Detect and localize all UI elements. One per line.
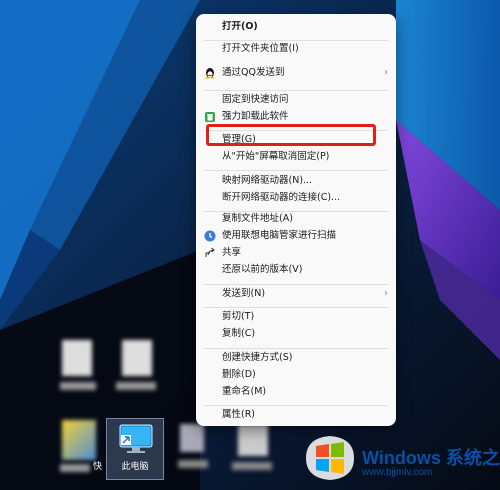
menu-item-delete[interactable]: 删除(D) (196, 366, 396, 384)
this-pc-label: 此电脑 (121, 462, 149, 472)
blurred-desktop-icon-label (116, 382, 156, 390)
menu-item-copy[interactable]: 复制(C) (196, 325, 396, 343)
blurred-desktop-icon-label (232, 462, 272, 470)
menu-item-label: 复制(C) (222, 328, 256, 339)
menu-item-label: 固定到快速访问 (222, 94, 289, 105)
blurred-desktop-icon[interactable] (62, 420, 96, 460)
menu-item-label: 断开网络驱动器的连接(C)... (222, 192, 341, 203)
blurred-desktop-icon[interactable] (180, 424, 204, 452)
menu-item-create-shortcut[interactable]: 创建快捷方式(S) (196, 349, 396, 367)
menu-item-unpin-start[interactable]: 从"开始"屏幕取消固定(P) (196, 148, 396, 166)
menu-item-label: 映射网络驱动器(N)... (222, 175, 313, 186)
menu-item-label: 发送到(N) (222, 288, 266, 299)
menu-item-lenovo-scan[interactable]: 使用联想电脑管家进行扫描 (196, 227, 396, 245)
context-menu: 打开(O) 打开文件夹位置(I) 通过QQ发送到 › 固定到快速访问 强力卸载此… (196, 14, 396, 426)
highlight-box (206, 124, 376, 146)
desktop-icon-label-partial: 快 (93, 462, 103, 472)
menu-item-label: 打开(O) (222, 21, 258, 32)
menu-divider (204, 170, 388, 171)
menu-item-send-via-qq[interactable]: 通过QQ发送到 › (196, 64, 396, 82)
menu-item-label: 还原以前的版本(V) (222, 264, 303, 275)
uninstall-trash-icon (205, 112, 215, 122)
blurred-desktop-icon-label (60, 382, 96, 390)
menu-item-open[interactable]: 打开(O) (196, 18, 396, 36)
blurred-desktop-icon[interactable] (62, 340, 92, 376)
menu-item-share[interactable]: 共享 (196, 244, 396, 262)
menu-item-rename[interactable]: 重命名(M) (196, 383, 396, 401)
windows-logo-icon (306, 436, 354, 480)
menu-item-label: 复制文件地址(A) (222, 213, 293, 224)
qq-penguin-icon (205, 68, 215, 79)
menu-item-label: 创建快捷方式(S) (222, 352, 293, 363)
menu-item-label: 打开文件夹位置(I) (222, 43, 299, 54)
menu-item-disconnect-network-drive[interactable]: 断开网络驱动器的连接(C)... (196, 189, 396, 207)
menu-item-label: 从"开始"屏幕取消固定(P) (222, 151, 330, 162)
menu-item-send-to[interactable]: 发送到(N) › (196, 285, 396, 303)
menu-item-label: 通过QQ发送到 (222, 67, 285, 78)
menu-item-label: 使用联想电脑管家进行扫描 (222, 230, 337, 241)
chevron-right-icon: › (384, 288, 388, 299)
menu-item-open-folder-location[interactable]: 打开文件夹位置(I) (196, 40, 396, 58)
menu-item-properties[interactable]: 属性(R) (196, 406, 396, 424)
menu-item-label: 删除(D) (222, 369, 256, 380)
blurred-desktop-icon[interactable] (238, 424, 268, 456)
share-icon (205, 247, 215, 257)
blurred-desktop-icon-label (178, 460, 208, 468)
blurred-desktop-icon[interactable] (122, 340, 152, 376)
menu-item-label: 剪切(T) (222, 311, 255, 322)
menu-item-label: 共享 (222, 247, 242, 258)
menu-item-label: 重命名(M) (222, 386, 267, 397)
lenovo-scan-icon (204, 230, 216, 242)
menu-item-copy-file-address[interactable]: 复制文件地址(A) (196, 210, 396, 228)
menu-item-restore-previous-versions[interactable]: 还原以前的版本(V) (196, 261, 396, 279)
blurred-desktop-icon-label (60, 464, 90, 472)
menu-item-cut[interactable]: 剪切(T) (196, 308, 396, 326)
watermark: Windows 系统之家 www.bjjmlv.com (300, 426, 500, 484)
chevron-right-icon: › (384, 67, 388, 78)
monitor-icon (119, 424, 153, 453)
watermark-url: www.bjjmlv.com (362, 467, 433, 478)
menu-item-pin-quick-access[interactable]: 固定到快速访问 (196, 91, 396, 109)
menu-item-map-network-drive[interactable]: 映射网络驱动器(N)... (196, 172, 396, 190)
menu-item-label: 属性(R) (222, 409, 256, 420)
